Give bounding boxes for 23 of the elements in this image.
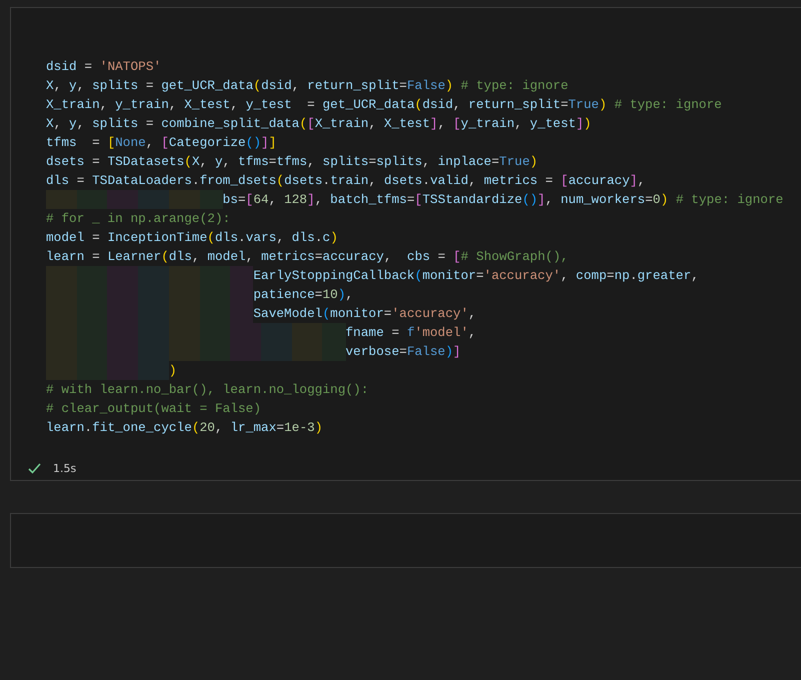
code-line: dsid = 'NATOPS' bbox=[46, 58, 162, 76]
code-line: # clear_output(wait = False) bbox=[46, 400, 262, 418]
code-line: verbose=False)] bbox=[46, 342, 461, 361]
execution-time: 1.5s bbox=[53, 462, 76, 474]
code-line: fname = f'model', bbox=[46, 323, 476, 342]
code-line: dls = TSDataLoaders.from_dsets(dsets.train, dsets.valid, metrics = [accuracy], bbox=[46, 172, 646, 190]
code-line: patience=10), bbox=[46, 285, 354, 304]
code-cell[interactable] bbox=[10, 7, 801, 481]
code-line: # with learn.no_bar(), learn.no_logging(): bbox=[46, 381, 369, 399]
code-line: # for _ in np.arange(2): bbox=[46, 210, 230, 228]
code-line: SaveModel(monitor='accuracy', bbox=[46, 304, 476, 323]
code-line: model = InceptionTime(dls.vars, dls.c) bbox=[46, 229, 338, 247]
code-line: X_train, y_train, X_test, y_test = get_UCR_data(dsid, return_split=True) # type: ignore bbox=[46, 96, 722, 114]
code-line: EarlyStoppingCallback(monitor='accuracy', comp=np.greater, bbox=[46, 266, 699, 285]
code-line: dsets = TSDatasets(X, y, tfms=tfms, splits=splits, inplace=True) bbox=[46, 153, 538, 171]
code-line: learn = Learner(dls, model, metrics=accuracy, cbs = [# ShowGraph(), bbox=[46, 248, 568, 266]
empty-code-cell[interactable] bbox=[10, 513, 801, 568]
code-line: ) bbox=[46, 361, 177, 380]
code-line: X, y, splits = get_UCR_data(dsid, return_split=False) # type: ignore bbox=[46, 77, 568, 95]
code-line: tfms = [None, [Categorize()]] bbox=[46, 134, 276, 152]
code-line: learn.fit_one_cycle(20, lr_max=1e-3) bbox=[46, 419, 323, 437]
code-line: bs=[64, 128], batch_tfms=[TSStandardize()], num_workers=0) # type: ignore bbox=[46, 190, 784, 209]
code-line: X, y, splits = combine_split_data([X_train, X_test], [y_train, y_test]) bbox=[46, 115, 592, 133]
